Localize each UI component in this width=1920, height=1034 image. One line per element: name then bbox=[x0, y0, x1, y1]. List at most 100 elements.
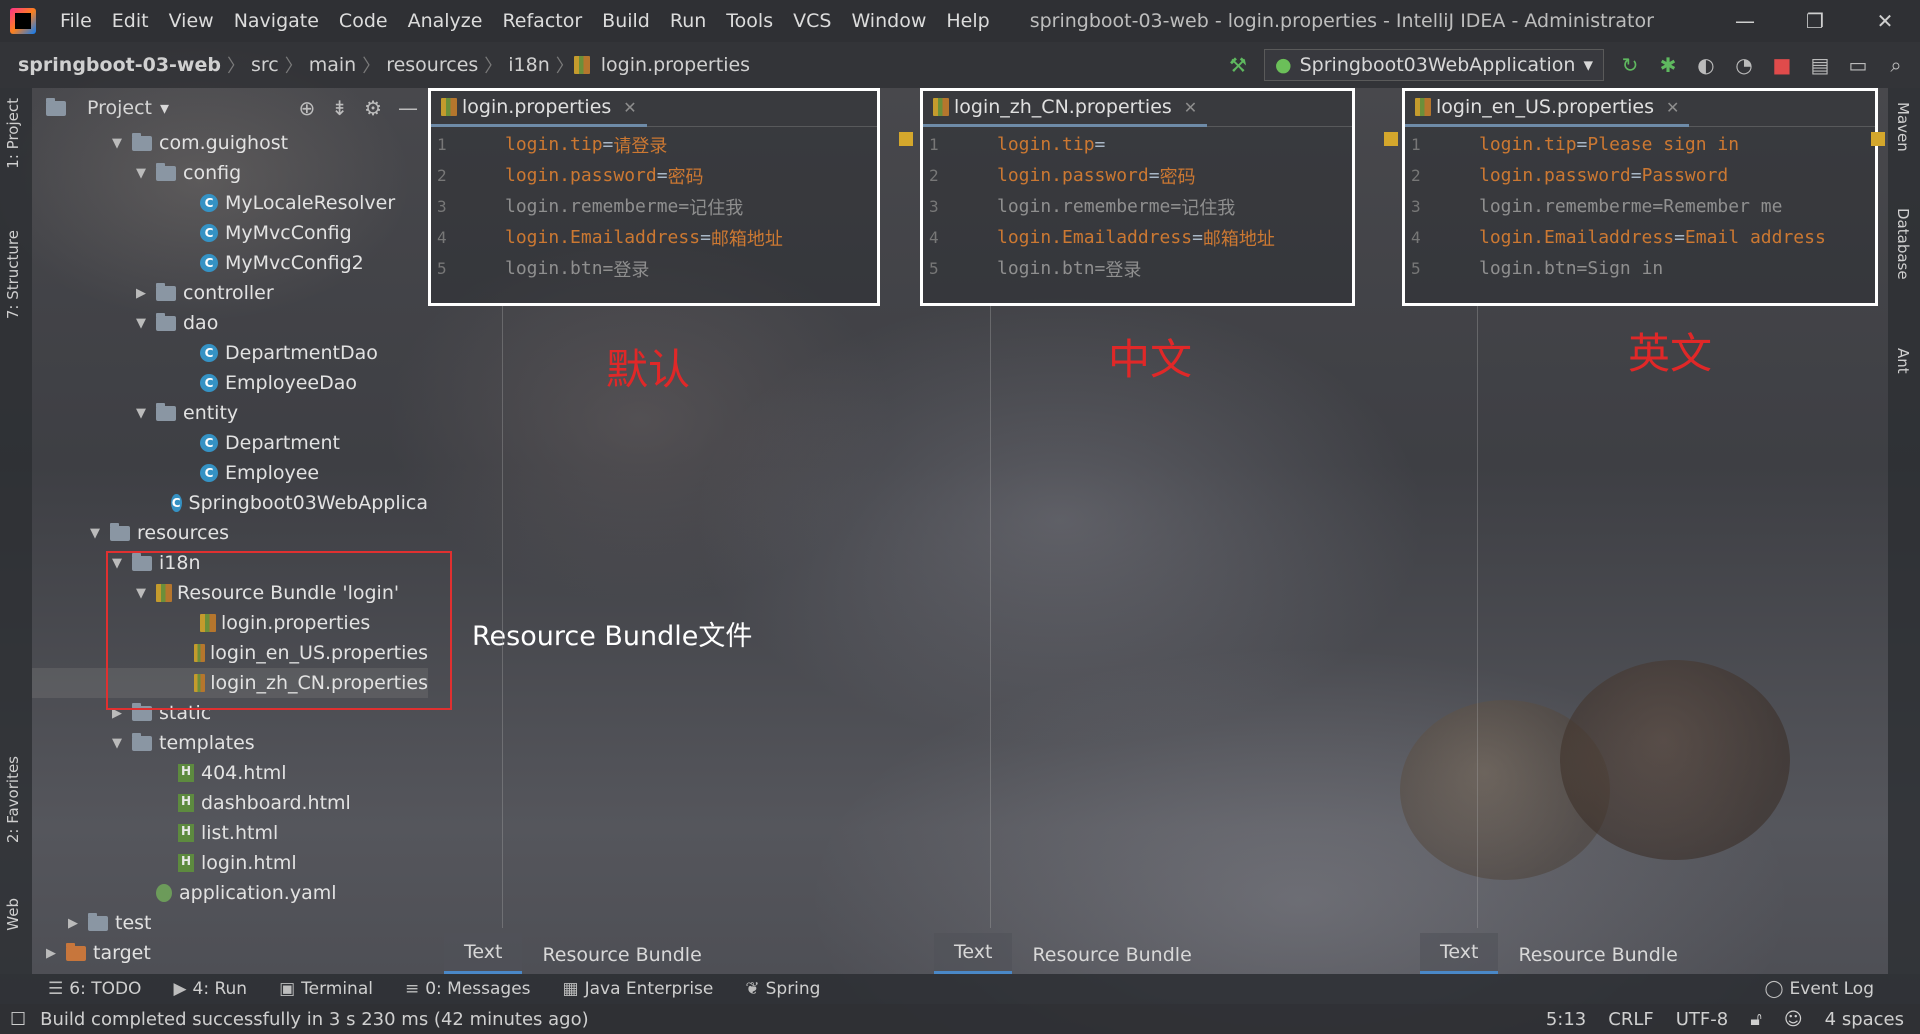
menu-help[interactable]: Help bbox=[936, 10, 999, 32]
editor-tab[interactable]: login.properties ✕ bbox=[431, 91, 647, 127]
project-structure-icon[interactable]: ▤ bbox=[1808, 53, 1832, 77]
tree-item[interactable]: C MyMvcConfig bbox=[32, 218, 428, 248]
tree-item[interactable]: ▼ config bbox=[32, 158, 428, 188]
breadcrumb-i18n[interactable]: i18n bbox=[502, 54, 556, 76]
breadcrumb-main[interactable]: main bbox=[303, 54, 362, 76]
minimize-icon[interactable]: — bbox=[1710, 9, 1780, 33]
menu-window[interactable]: Window bbox=[841, 10, 936, 32]
tool-event-log[interactable]: ◯ Event Log bbox=[1765, 979, 1875, 999]
close-tab-icon[interactable]: ✕ bbox=[1184, 98, 1197, 117]
close-icon[interactable]: ✕ bbox=[1850, 9, 1920, 33]
chevron-down-icon[interactable]: ▼ bbox=[132, 316, 150, 331]
chevron-right-icon[interactable]: ▶ bbox=[42, 946, 60, 961]
tree-item[interactable]: dashboard.html bbox=[32, 788, 428, 818]
code-line[interactable]: 3 login.rememberme = Remember me bbox=[1405, 191, 1875, 222]
code-line[interactable]: 3 login.rememberme = 记住我 bbox=[923, 191, 1352, 222]
caret-position[interactable]: 5:13 bbox=[1546, 1009, 1586, 1030]
hector-icon[interactable]: ☺ bbox=[1784, 1009, 1803, 1030]
code-line[interactable]: 4 login.Emailaddress = 邮箱地址 bbox=[431, 222, 877, 253]
search-icon[interactable]: ⌕ bbox=[1884, 53, 1908, 77]
debug-icon[interactable]: ✱ bbox=[1656, 53, 1680, 77]
chevron-down-icon[interactable]: ▼ bbox=[132, 406, 150, 421]
tool-todo[interactable]: ☰ 6: TODO bbox=[48, 979, 141, 999]
code-line[interactable]: 1 login.tip = bbox=[923, 129, 1352, 160]
menu-run[interactable]: Run bbox=[660, 10, 716, 32]
menu-edit[interactable]: Edit bbox=[102, 10, 159, 32]
tab-text[interactable]: Text bbox=[934, 933, 1013, 974]
tree-item[interactable]: C DepartmentDao bbox=[32, 338, 428, 368]
menu-view[interactable]: View bbox=[159, 10, 224, 32]
code-line[interactable]: 5 login.btn = 登录 bbox=[431, 253, 877, 284]
chevron-down-icon[interactable]: ▾ bbox=[160, 98, 169, 119]
tab-web[interactable]: Web bbox=[4, 898, 22, 931]
file-encoding[interactable]: UTF-8 bbox=[1676, 1009, 1728, 1030]
tab-resource-bundle[interactable]: Resource Bundle bbox=[1498, 936, 1697, 974]
tab-text[interactable]: Text bbox=[1420, 933, 1499, 974]
menu-tools[interactable]: Tools bbox=[716, 10, 783, 32]
stop-icon[interactable]: ■ bbox=[1770, 53, 1794, 77]
hide-icon[interactable]: — bbox=[398, 96, 418, 120]
breadcrumb-file[interactable]: login.properties bbox=[595, 54, 756, 76]
tab-project[interactable]: 1: Project bbox=[4, 98, 22, 169]
chevron-down-icon[interactable]: ▼ bbox=[108, 136, 126, 151]
editor-tab[interactable]: login_en_US.properties ✕ bbox=[1405, 91, 1690, 127]
tree-item[interactable]: C EmployeeDao bbox=[32, 368, 428, 398]
code-line[interactable]: 5 login.btn = Sign in bbox=[1405, 253, 1875, 284]
coverage-icon[interactable]: ◐ bbox=[1694, 53, 1718, 77]
tree-item[interactable]: C MyMvcConfig2 bbox=[32, 248, 428, 278]
close-tab-icon[interactable]: ✕ bbox=[623, 98, 636, 117]
chevron-down-icon[interactable]: ▼ bbox=[108, 736, 126, 751]
editor-tab[interactable]: login_zh_CN.properties ✕ bbox=[923, 91, 1208, 127]
locate-icon[interactable]: ⊕ bbox=[299, 96, 316, 120]
code-line[interactable]: 4 login.Emailaddress = 邮箱地址 bbox=[923, 222, 1352, 253]
tree-item[interactable]: ▶ target bbox=[32, 938, 428, 968]
tree-item[interactable]: ▼ entity bbox=[32, 398, 428, 428]
tab-maven[interactable]: Maven bbox=[1894, 102, 1912, 152]
tab-text[interactable]: Text bbox=[444, 933, 523, 974]
tab-favorites[interactable]: 2: Favorites bbox=[4, 756, 22, 843]
run-configuration-select[interactable]: ● Springboot03WebApplication ▾ bbox=[1264, 49, 1604, 81]
code-line[interactable]: 1 login.tip = Please sign in bbox=[1405, 129, 1875, 160]
tool-spring[interactable]: ❦ Spring bbox=[745, 979, 820, 999]
tree-item[interactable]: ▶ controller bbox=[32, 278, 428, 308]
code-line[interactable]: 2 login.password = 密码 bbox=[431, 160, 877, 191]
tool-run[interactable]: ▶ 4: Run bbox=[173, 979, 247, 999]
status-message[interactable]: Build completed successfully in 3 s 230 … bbox=[40, 1009, 589, 1030]
code-line[interactable]: 2 login.password = Password bbox=[1405, 160, 1875, 191]
code-line[interactable]: 4 login.Emailaddress = Email address bbox=[1405, 222, 1875, 253]
chevron-right-icon[interactable]: ▶ bbox=[64, 916, 82, 931]
gear-icon[interactable]: ⚙ bbox=[364, 96, 382, 120]
code-line[interactable]: 3 login.rememberme = 记住我 bbox=[431, 191, 877, 222]
chevron-down-icon[interactable]: ▼ bbox=[86, 526, 104, 541]
tree-item[interactable]: ▼ templates bbox=[32, 728, 428, 758]
tool-java-enterprise[interactable]: ▦ Java Enterprise bbox=[563, 979, 714, 999]
tab-resource-bundle[interactable]: Resource Bundle bbox=[1012, 936, 1211, 974]
collapse-all-icon[interactable]: ⇟ bbox=[331, 96, 348, 120]
menu-refactor[interactable]: Refactor bbox=[492, 10, 592, 32]
tab-structure[interactable]: 7: Structure bbox=[4, 230, 22, 319]
restore-icon[interactable]: ❐ bbox=[1780, 9, 1850, 33]
breadcrumb-resources[interactable]: resources bbox=[380, 54, 484, 76]
menu-analyze[interactable]: Analyze bbox=[398, 10, 493, 32]
tab-database[interactable]: Database bbox=[1894, 208, 1912, 280]
build-hammer-icon[interactable]: ⚒ bbox=[1226, 53, 1250, 77]
tree-item[interactable]: C Springboot03WebApplica bbox=[32, 488, 428, 518]
indent-setting[interactable]: 4 spaces bbox=[1825, 1009, 1904, 1030]
tree-item[interactable]: list.html bbox=[32, 818, 428, 848]
menu-build[interactable]: Build bbox=[592, 10, 660, 32]
status-toggle-icon[interactable]: ☐ bbox=[10, 1009, 26, 1030]
tree-item[interactable]: ▼ resources bbox=[32, 518, 428, 548]
tool-messages[interactable]: ≡ 0: Messages bbox=[405, 979, 531, 999]
menu-navigate[interactable]: Navigate bbox=[224, 10, 329, 32]
tree-item[interactable]: ▼ dao bbox=[32, 308, 428, 338]
project-view-selector[interactable]: Project bbox=[87, 97, 152, 119]
tool-terminal[interactable]: ▣ Terminal bbox=[279, 979, 373, 999]
tab-ant[interactable]: Ant bbox=[1894, 348, 1912, 374]
tab-resource-bundle[interactable]: Resource Bundle bbox=[522, 936, 721, 974]
code-line[interactable]: 2 login.password = 密码 bbox=[923, 160, 1352, 191]
menu-vcs[interactable]: VCS bbox=[783, 10, 841, 32]
close-tab-icon[interactable]: ✕ bbox=[1666, 98, 1679, 117]
lock-icon[interactable]: 🔓︎ bbox=[1750, 1009, 1762, 1030]
line-separator[interactable]: CRLF bbox=[1608, 1009, 1653, 1030]
code-line[interactable]: 1 login.tip = 请登录 bbox=[431, 129, 877, 160]
